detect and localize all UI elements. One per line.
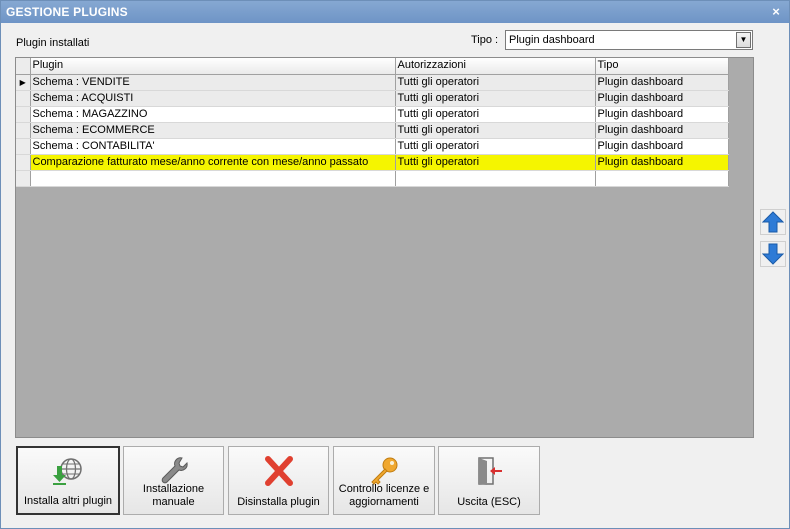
manual-install-label-line1: Installazione: [142, 483, 205, 495]
cell-autorizzazioni[interactable]: [395, 170, 596, 187]
cell-tipo[interactable]: Plugin dashboard: [595, 122, 729, 139]
table-row[interactable]: Schema : MAGAZZINO Tutti gli operatori P…: [16, 106, 729, 123]
chevron-down-icon[interactable]: ▼: [736, 32, 751, 48]
row-indicator: [16, 138, 31, 155]
move-up-button[interactable]: [760, 209, 786, 235]
exit-label: Uscita (ESC): [457, 496, 521, 508]
current-row-indicator-icon: ▶: [16, 74, 31, 91]
manual-install-label-line2: manuale: [152, 496, 195, 508]
cell-autorizzazioni[interactable]: Tutti gli operatori: [395, 74, 596, 91]
globe-download-icon: [53, 458, 82, 485]
cell-plugin[interactable]: Comparazione fatturato mese/anno corrent…: [30, 154, 396, 171]
cell-plugin[interactable]: [30, 170, 396, 187]
cell-tipo[interactable]: [595, 170, 729, 187]
install-other-plugins-button[interactable]: Installa altri plugin: [16, 446, 120, 515]
table-row[interactable]: Schema : ACQUISTI Tutti gli operatori Pl…: [16, 90, 729, 107]
cell-autorizzazioni[interactable]: Tutti gli operatori: [395, 106, 596, 123]
move-down-button[interactable]: [760, 241, 786, 267]
title-bar: GESTIONE PLUGINS: [1, 1, 789, 23]
table-row[interactable]: Schema : ECOMMERCE Tutti gli operatori P…: [16, 122, 729, 139]
table-row-new[interactable]: [16, 170, 729, 187]
table-row[interactable]: ▶ Schema : VENDITE Tutti gli operatori P…: [16, 74, 729, 91]
uninstall-plugin-button[interactable]: Disinstalla plugin: [228, 446, 329, 515]
exit-button[interactable]: Uscita (ESC): [438, 446, 540, 515]
close-button[interactable]: ×: [769, 1, 783, 23]
cell-plugin[interactable]: Schema : MAGAZZINO: [30, 106, 396, 123]
window-title: GESTIONE PLUGINS: [6, 5, 128, 19]
cell-tipo[interactable]: Plugin dashboard: [595, 154, 729, 171]
exit-door-icon: [478, 457, 502, 485]
tipo-select-value: Plugin dashboard: [509, 34, 595, 46]
cell-tipo[interactable]: Plugin dashboard: [595, 90, 729, 107]
cell-tipo[interactable]: Plugin dashboard: [595, 106, 729, 123]
table-row[interactable]: Schema : CONTABILITA' Tutti gli operator…: [16, 138, 729, 155]
cell-tipo[interactable]: Plugin dashboard: [595, 74, 729, 91]
cell-autorizzazioni[interactable]: Tutti gli operatori: [395, 90, 596, 107]
cell-autorizzazioni[interactable]: Tutti gli operatori: [395, 138, 596, 155]
plugin-manager-window: GESTIONE PLUGINS × Plugin installati Tip…: [0, 0, 790, 529]
license-check-label-line1: Controllo licenze e: [338, 483, 430, 495]
manual-install-button[interactable]: Installazione manuale: [123, 446, 224, 515]
plugins-table: Plugin Autorizzazioni Tipo ▶ Schema : VE…: [16, 58, 729, 187]
cell-autorizzazioni[interactable]: Tutti gli operatori: [395, 154, 596, 171]
column-header-plugin[interactable]: Plugin: [30, 58, 396, 75]
row-indicator: [16, 90, 31, 107]
table-row-highlighted[interactable]: Comparazione fatturato mese/anno corrent…: [16, 154, 729, 171]
column-header-autorizzazioni[interactable]: Autorizzazioni: [395, 58, 596, 75]
cell-autorizzazioni[interactable]: Tutti gli operatori: [395, 122, 596, 139]
manual-install-label: Installazione manuale: [126, 483, 221, 509]
arrow-down-icon: [762, 243, 784, 265]
cell-plugin[interactable]: Schema : VENDITE: [30, 74, 396, 91]
red-x-icon: [264, 456, 293, 486]
cell-plugin[interactable]: Schema : CONTABILITA': [30, 138, 396, 155]
row-indicator: [16, 170, 31, 187]
cell-plugin[interactable]: Schema : ECOMMERCE: [30, 122, 396, 139]
header-indicator: [16, 58, 31, 75]
cell-tipo[interactable]: Plugin dashboard: [595, 138, 729, 155]
uninstall-plugin-label: Disinstalla plugin: [237, 496, 320, 508]
cell-plugin[interactable]: Schema : ACQUISTI: [30, 90, 396, 107]
plugins-grid[interactable]: Plugin Autorizzazioni Tipo ▶ Schema : VE…: [15, 57, 754, 438]
arrow-up-icon: [762, 211, 784, 233]
license-check-label: Controllo licenze e aggiornamenti: [336, 483, 432, 509]
row-indicator: [16, 122, 31, 139]
tipo-select[interactable]: Plugin dashboard ▼: [505, 30, 753, 50]
license-check-button[interactable]: Controllo licenze e aggiornamenti: [333, 446, 435, 515]
grid-header-row: Plugin Autorizzazioni Tipo: [16, 58, 729, 75]
row-indicator: [16, 154, 31, 171]
install-other-plugins-label: Installa altri plugin: [23, 495, 113, 507]
row-indicator: [16, 106, 31, 123]
column-header-tipo[interactable]: Tipo: [595, 58, 729, 75]
installed-plugins-label: Plugin installati: [16, 37, 90, 49]
license-check-label-line2: aggiornamenti: [349, 496, 419, 508]
tipo-label: Tipo :: [471, 34, 499, 46]
